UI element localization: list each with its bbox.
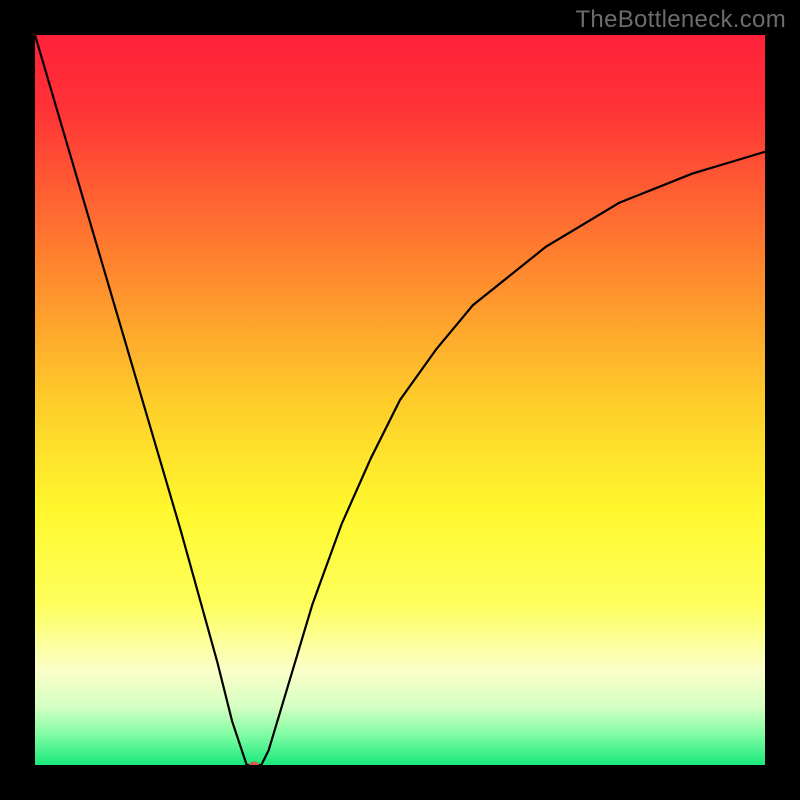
watermark-text: TheBottleneck.com	[575, 6, 786, 34]
chart-frame: TheBottleneck.com	[0, 0, 800, 800]
bottleneck-chart	[35, 35, 765, 765]
